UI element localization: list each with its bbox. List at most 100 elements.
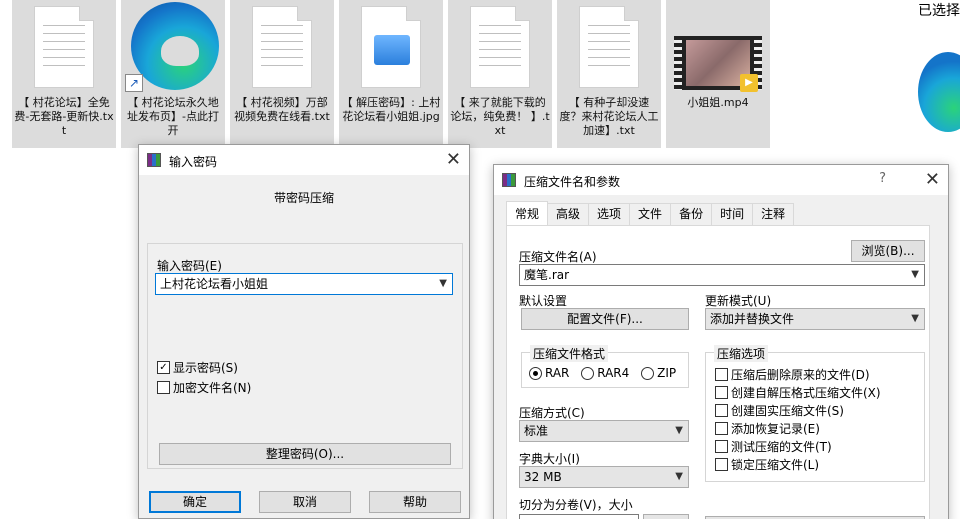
file-label: 【 村花论坛】全免费-无套路-更新快.txt — [14, 96, 114, 137]
play-icon: ▶ — [740, 74, 758, 92]
format-rar4-label: RAR4 — [597, 366, 630, 380]
option-label: 创建固实压缩文件(S) — [731, 404, 844, 418]
checkbox-empty-icon — [715, 386, 728, 399]
password-input[interactable]: 上村花论坛看小姐姐 ▼ — [155, 273, 453, 295]
split-volumes-input[interactable] — [519, 514, 639, 519]
password-dialog-heading: 带密码压缩 — [273, 191, 334, 205]
close-icon[interactable]: ✕ — [925, 169, 940, 190]
ok-button[interactable]: 确定 — [149, 491, 241, 513]
archive-name-label: 压缩文件名(A) — [519, 250, 597, 264]
shortcut-arrow-icon: ↗ — [125, 74, 143, 92]
file-label: 【 有种子却没速度？来村花论坛人工加速】.txt — [559, 96, 659, 137]
chevron-down-icon: ▼ — [675, 471, 683, 482]
file-tile[interactable]: 【 有种子却没速度？来村花论坛人工加速】.txt — [557, 0, 661, 148]
tab-files[interactable]: 文件 — [629, 203, 672, 225]
chevron-down-icon[interactable]: ▼ — [439, 274, 447, 294]
show-password-label: 显示密码(S) — [173, 361, 238, 375]
format-rar-label: RAR — [545, 366, 570, 380]
update-mode-value: 添加并替换文件 — [710, 312, 795, 326]
option-label: 测试压缩的文件(T) — [731, 440, 832, 454]
help-button[interactable]: 帮助 — [369, 491, 461, 513]
password-input-value: 上村花论坛看小姐姐 — [160, 277, 269, 291]
show-password-checkbox[interactable]: ✓ 显示密码(S) — [157, 359, 238, 376]
tab-general[interactable]: 常规 — [506, 201, 549, 225]
checkbox-empty-icon — [715, 440, 728, 453]
general-tab-panel: 压缩文件名(A) 浏览(B)... 魔笔.rar ▼ 默认设置 配置文件(F).… — [506, 225, 930, 519]
option-label: 添加恢复记录(E) — [731, 422, 820, 436]
password-dialog: 输入密码 ✕ 带密码压缩 输入密码(E) 上村花论坛看小姐姐 ▼ ✓ 显示密码(… — [138, 144, 470, 519]
archive-dialog: 压缩文件名和参数 ? ✕ 常规 高级 选项 文件 备份 时间 注释 压缩文件名(… — [493, 164, 949, 519]
profiles-button[interactable]: 配置文件(F)... — [521, 308, 689, 330]
format-zip-label: ZIP — [657, 366, 677, 380]
video-file-icon: ▶ — [674, 36, 762, 92]
option-label: 锁定压缩文件(L) — [731, 458, 820, 472]
checkbox-empty-icon — [715, 404, 728, 417]
archive-name-value: 魔笔.rar — [524, 268, 570, 282]
tab-backup[interactable]: 备份 — [670, 203, 713, 225]
method-label: 压缩方式(C) — [519, 406, 585, 420]
encrypt-names-label: 加密文件名(N) — [173, 381, 252, 395]
winrar-icon — [147, 153, 161, 167]
option-create-solid[interactable]: 创建固实压缩文件(S) — [715, 402, 844, 419]
text-file-icon — [579, 6, 639, 88]
checkbox-empty-icon — [715, 458, 728, 471]
option-label: 压缩后删除原来的文件(D) — [731, 368, 870, 382]
selection-info: 已选择 — [918, 3, 960, 19]
image-file-icon — [361, 6, 421, 88]
option-label: 创建自解压格式压缩文件(X) — [731, 386, 881, 400]
dictionary-value: 32 MB — [524, 470, 562, 484]
default-settings-label: 默认设置 — [519, 294, 568, 308]
update-mode-label: 更新模式(U) — [705, 294, 772, 308]
encrypt-names-checkbox[interactable]: 加密文件名(N) — [157, 379, 251, 396]
option-delete-after[interactable]: 压缩后删除原来的文件(D) — [715, 366, 870, 383]
dictionary-label: 字典大小(I) — [519, 452, 580, 466]
method-select[interactable]: 标准 ▼ — [519, 420, 689, 442]
chevron-down-icon: ▼ — [911, 313, 919, 324]
file-label: 【 来了就能下载的论坛，纯免费！ 】.txt — [450, 96, 550, 137]
tab-advanced[interactable]: 高级 — [547, 203, 590, 225]
format-radios: RAR RAR4 ZIP — [529, 366, 684, 383]
chevron-down-icon[interactable]: ▼ — [911, 265, 919, 285]
format-group-title: 压缩文件格式 — [530, 345, 609, 362]
split-unit-select[interactable] — [643, 514, 689, 519]
password-label: 输入密码(E) — [157, 259, 222, 273]
file-label: 小姐姐.mp4 — [687, 96, 749, 109]
option-recovery-record[interactable]: 添加恢复记录(E) — [715, 420, 820, 437]
chevron-down-icon: ▼ — [675, 425, 683, 436]
tab-comment[interactable]: 注释 — [752, 203, 795, 225]
edge-shortcut-icon — [131, 2, 219, 90]
format-rar4-radio[interactable]: RAR4 — [581, 366, 629, 380]
file-label: 【 解压密码】: 上村花论坛看小姐姐.jpg — [341, 96, 441, 123]
organize-passwords-button[interactable]: 整理密码(O)... — [159, 443, 451, 465]
help-icon[interactable]: ? — [879, 171, 886, 186]
dictionary-select[interactable]: 32 MB ▼ — [519, 466, 689, 488]
browse-button[interactable]: 浏览(B)... — [851, 240, 925, 262]
option-lock-archive[interactable]: 锁定压缩文件(L) — [715, 456, 819, 473]
file-tile[interactable]: 【 来了就能下载的论坛，纯免费！ 】.txt — [448, 0, 552, 148]
edge-icon — [918, 52, 960, 132]
winrar-icon — [502, 173, 516, 187]
tab-time[interactable]: 时间 — [711, 203, 754, 225]
update-mode-select[interactable]: 添加并替换文件 ▼ — [705, 308, 925, 330]
cancel-button[interactable]: 取消 — [259, 491, 351, 513]
format-zip-radio[interactable]: ZIP — [641, 366, 676, 380]
archive-name-input[interactable]: 魔笔.rar ▼ — [519, 264, 925, 286]
close-icon[interactable]: ✕ — [446, 149, 461, 170]
option-test-files[interactable]: 测试压缩的文件(T) — [715, 438, 832, 455]
file-tile[interactable]: 【 村花论坛】全免费-无套路-更新快.txt — [12, 0, 116, 148]
method-value: 标准 — [524, 424, 549, 438]
format-rar-radio[interactable]: RAR — [529, 366, 569, 380]
password-dialog-title: 输入密码 — [169, 155, 218, 169]
file-tile[interactable]: ↗ 【 村花论坛永久地址发布页】-点此打开 — [121, 0, 225, 148]
checkbox-empty-icon — [157, 381, 170, 394]
option-create-sfx[interactable]: 创建自解压格式压缩文件(X) — [715, 384, 881, 401]
file-tile[interactable]: 【 村花视频】万部视频免费在线看.txt — [230, 0, 334, 148]
file-tile[interactable]: ▶ 小姐姐.mp4 — [666, 0, 770, 148]
password-dialog-titlebar: 输入密码 ✕ — [139, 145, 469, 175]
checkbox-empty-icon — [715, 422, 728, 435]
tab-options[interactable]: 选项 — [588, 203, 631, 225]
file-tile[interactable]: 【 解压密码】: 上村花论坛看小姐姐.jpg — [339, 0, 443, 148]
file-label: 【 村花视频】万部视频免费在线看.txt — [234, 96, 330, 123]
archive-dialog-title: 压缩文件名和参数 — [524, 175, 621, 189]
text-file-icon — [252, 6, 312, 88]
